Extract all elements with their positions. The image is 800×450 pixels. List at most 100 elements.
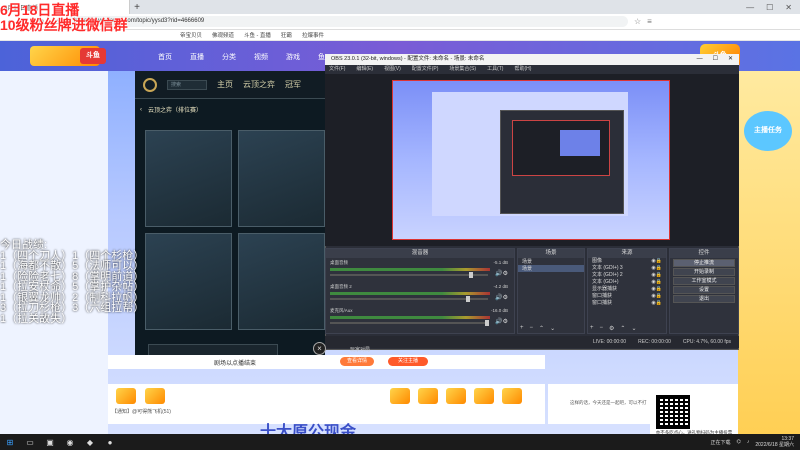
menu-icon[interactable]: ≡ [647,17,652,26]
bookmark-item[interactable]: 斗鱼 - 直播 [244,31,271,39]
volume-slider[interactable] [330,296,488,302]
menu-edit[interactable]: 编辑(E) [356,65,373,74]
volume-knob[interactable] [469,272,474,278]
source-item[interactable]: 窗口捕获 ◉🔒 [588,300,666,307]
network-icon[interactable]: ⌬ [736,439,740,445]
site-logo[interactable]: 斗鱼 [80,48,106,64]
up-icon[interactable]: ⌃ [620,325,625,332]
lol-mode-label[interactable]: 云顶之弈（排位赛） [148,105,202,114]
remove-icon[interactable]: − [600,325,604,332]
speaker-icon[interactable]: 🔊⚙ [495,270,508,277]
clock[interactable]: 13:37 2022/6/18 星期六 [755,436,794,448]
lol-nav-champions[interactable]: 冠军 [285,79,301,90]
minimize-icon[interactable]: — [746,3,754,12]
down-icon[interactable]: ⌄ [631,325,636,332]
menu-help[interactable]: 帮助(H) [514,65,531,74]
gift-icon[interactable] [390,388,410,404]
maximize-icon[interactable]: ☐ [766,3,773,12]
back-arrow-icon[interactable]: ‹ [140,107,142,113]
lol-mode-card[interactable] [238,130,325,227]
speaker-icon[interactable]: 🔊⚙ [495,294,508,301]
close-icon[interactable]: ✕ [785,3,792,12]
lol-mode-card[interactable] [145,130,232,227]
down-icon[interactable]: ⌄ [550,325,555,332]
close-circle-icon[interactable]: × [313,342,326,355]
bookmark-item[interactable]: 狂霸 [281,31,292,39]
exit-button[interactable]: 退出 [673,295,735,303]
windows-start-icon[interactable]: ⊞ [0,438,20,447]
menu-file[interactable]: 文件(F) [329,65,345,74]
volume-icon[interactable]: ♪ [747,439,750,445]
menu-profile[interactable]: 配置文件(P) [412,65,439,74]
lol-search-input[interactable]: 搜索 [167,79,207,90]
menu-scene-collection[interactable]: 场景集合(S) [449,65,476,74]
nav-item[interactable]: 视频 [254,52,268,62]
task-view-icon[interactable]: ▭ [20,438,40,447]
lol-nav-home[interactable]: 主页 [217,79,233,90]
scene-item[interactable]: 场景 [518,258,584,265]
add-icon[interactable]: + [590,325,594,332]
lol-nav-tft[interactable]: 云顶之弈 [243,79,275,90]
maximize-icon[interactable]: ☐ [713,54,718,65]
source-item[interactable]: 文本 (GDI+) 2 ◉🔒 [588,272,666,279]
remove-icon[interactable]: − [530,325,534,332]
visibility-icon[interactable]: ◉🔒 [651,293,662,300]
obs-icon[interactable]: ● [100,438,120,447]
menu-view[interactable]: 视图(V) [384,65,401,74]
follow-button[interactable]: 关注主播 [388,357,428,366]
nav-item[interactable]: 首页 [158,52,172,62]
scene-item[interactable]: 场景 [518,265,584,272]
lol-icon[interactable]: ◆ [80,438,100,447]
lol-mode-card[interactable] [145,233,232,330]
menu-tools[interactable]: 工具(T) [487,65,503,74]
speaker-icon[interactable]: 🔊⚙ [495,318,508,325]
gift-icon[interactable] [502,388,522,404]
source-item[interactable]: 文本 (GDI+) ◉🔒 [588,279,666,286]
browser-icon[interactable]: ◉ [60,438,80,447]
source-item[interactable]: 窗口捕获 ◉🔒 [588,293,666,300]
gear-icon[interactable]: ⚙ [609,325,614,332]
nav-item[interactable]: 鱼 [318,52,325,62]
visibility-icon[interactable]: ◉🔒 [651,300,662,307]
new-tab-button[interactable]: + [130,2,144,13]
gift-icon[interactable] [145,388,165,404]
gift-icon[interactable] [418,388,438,404]
visibility-icon[interactable]: ◉🔒 [651,286,662,293]
visibility-icon[interactable]: ◉🔒 [651,258,662,265]
record-line: 3（拉刀杉枪）3（六组拉帮） [0,302,145,314]
bookmark-item[interactable]: 佛观频道 [212,31,234,39]
add-icon[interactable]: + [520,325,524,332]
nav-item[interactable]: 直播 [190,52,204,62]
details-button[interactable]: 查看详情 [340,357,374,366]
star-icon[interactable]: ☆ [634,17,641,26]
source-item[interactable]: 文本 (GDI+) 3 ◉🔒 [588,265,666,272]
nav-item[interactable]: 游戏 [286,52,300,62]
close-icon[interactable]: ✕ [728,54,733,65]
start-recording-button[interactable]: 开始录制 [673,268,735,276]
url-input[interactable]: https://www.douyu.com/topic/yysd3?rid=46… [68,16,628,27]
bookmark-item[interactable]: 帝宝贝贝 [180,31,202,39]
promo-badge[interactable]: 主播任务 [744,111,792,151]
lol-mode-card[interactable] [238,233,325,330]
stop-stream-button[interactable]: 停止推流 [673,259,735,267]
lol-logo-icon[interactable] [143,77,157,92]
gift-icon[interactable] [474,388,494,404]
visibility-icon[interactable]: ◉🔒 [651,279,662,286]
settings-button[interactable]: 设置 [673,286,735,294]
visibility-icon[interactable]: ◉🔒 [651,265,662,272]
volume-slider[interactable] [330,272,488,278]
volume-knob[interactable] [465,296,470,302]
gift-icon[interactable] [446,388,466,404]
volume-slider[interactable] [330,320,489,326]
source-item[interactable]: 图像 ◉🔒 [588,258,666,265]
studio-mode-button[interactable]: 工作室模式 [673,277,735,285]
up-icon[interactable]: ⌃ [539,325,544,332]
source-item[interactable]: 显示器捕获 ◉🔒 [588,286,666,293]
folder-icon[interactable]: ▣ [40,438,60,447]
nav-item[interactable]: 分类 [222,52,236,62]
volume-knob[interactable] [484,320,489,326]
visibility-icon[interactable]: ◉🔒 [651,272,662,279]
bookmark-item[interactable]: 拉爆事件 [302,31,324,39]
gift-icon[interactable] [116,388,136,404]
minimize-icon[interactable]: — [697,54,703,65]
